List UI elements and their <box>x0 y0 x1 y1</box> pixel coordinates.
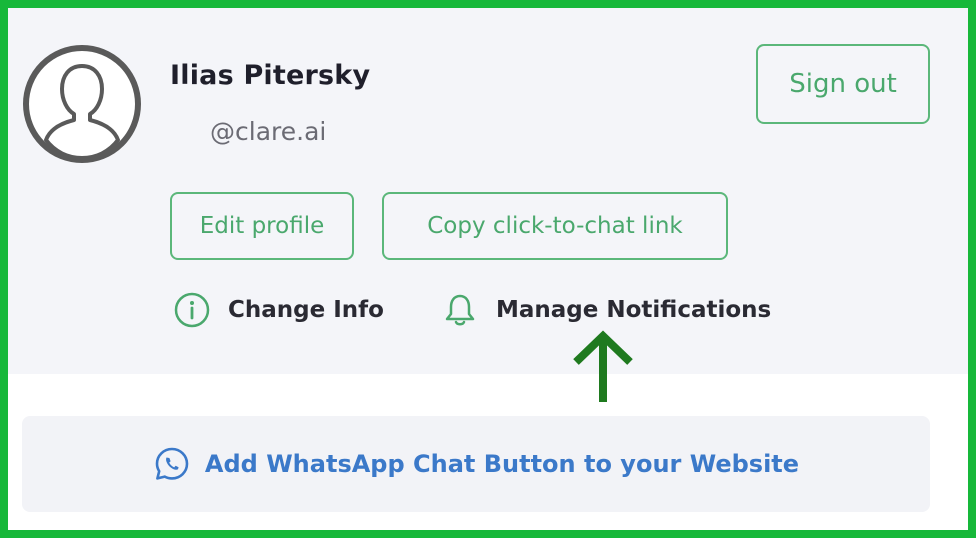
add-whatsapp-chat-button-label: Add WhatsApp Chat Button to your Website <box>204 450 800 478</box>
user-name: Ilias Pitersky <box>170 60 371 91</box>
change-info-label: Change Info <box>228 297 384 323</box>
copy-click-to-chat-link-button[interactable]: Copy click-to-chat link <box>382 192 728 260</box>
up-arrow-annotation <box>573 330 633 402</box>
whatsapp-icon <box>153 445 191 483</box>
bell-icon <box>440 290 480 330</box>
edit-profile-button[interactable]: Edit profile <box>170 192 354 260</box>
change-info-link[interactable]: Change Info <box>172 290 384 330</box>
manage-notifications-label: Manage Notifications <box>496 297 772 323</box>
info-circle-icon <box>172 290 212 330</box>
add-whatsapp-chat-button-banner[interactable]: Add WhatsApp Chat Button to your Website <box>22 416 930 512</box>
screenshot-frame: Ilias Pitersky @clare.ai Sign out Edit p… <box>8 8 968 530</box>
manage-notifications-link[interactable]: Manage Notifications <box>440 290 771 330</box>
profile-card: Ilias Pitersky @clare.ai Sign out Edit p… <box>8 8 968 374</box>
avatar <box>23 45 141 163</box>
sign-out-button[interactable]: Sign out <box>756 44 930 124</box>
user-handle: @clare.ai <box>210 117 327 146</box>
